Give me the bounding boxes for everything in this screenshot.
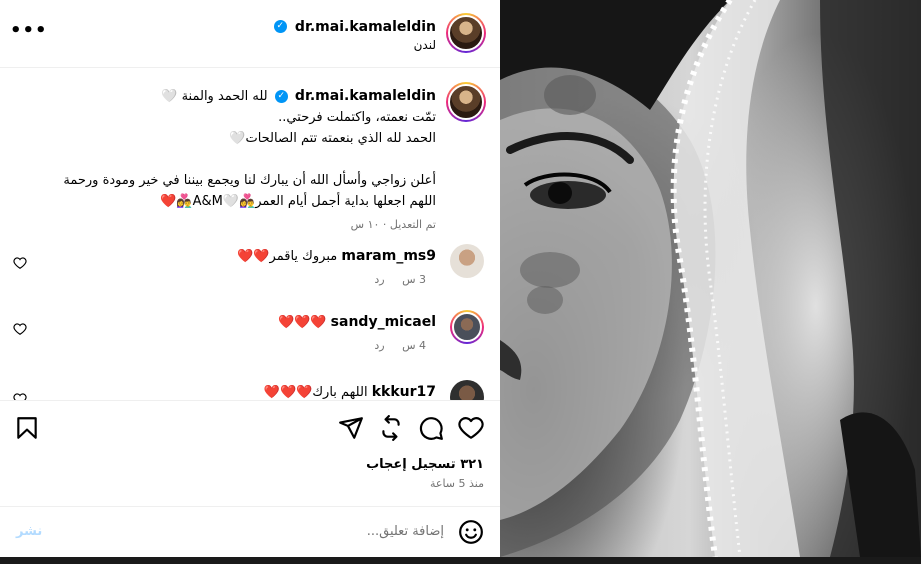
comment-avatar[interactable] xyxy=(450,380,484,400)
comment-age: 3 س xyxy=(402,273,426,286)
like-comment-heart-icon[interactable] xyxy=(13,392,27,400)
post-time: منذ 5 ساعة xyxy=(429,477,484,490)
comment-username[interactable]: maram_ms9 xyxy=(341,248,436,264)
caption-line-2: تمّت نعمته، واكتملت فرحتي.. xyxy=(278,110,436,125)
more-horizontal-icon[interactable]: ••• xyxy=(10,20,48,41)
caption-line-1: لله الحمد والمنة 🤍 xyxy=(161,89,268,104)
comment-item: maram_ms9 مبروك ياقمر❤️❤️ 3 س رد xyxy=(0,244,500,304)
post-panel: dr.mai.kamaleldin ✓ لندن ••• dr.mai.kama… xyxy=(0,0,500,557)
comment-item: sandy_micael ❤️❤️❤️ 4 س رد xyxy=(0,310,500,370)
author-avatar[interactable] xyxy=(446,13,486,53)
save-bookmark-icon[interactable] xyxy=(14,415,40,441)
comment-age: 4 س xyxy=(402,339,426,352)
caption-edited-time: تم التعديل · ١٠ س xyxy=(350,218,436,231)
caption-username[interactable]: dr.mai.kamaleldin xyxy=(295,88,436,104)
comment-reply-button[interactable]: رد xyxy=(374,273,384,286)
comment-username[interactable]: kkkur17 xyxy=(372,384,436,400)
like-heart-icon[interactable] xyxy=(458,415,484,441)
share-send-icon[interactable] xyxy=(338,415,364,441)
repost-icon[interactable] xyxy=(378,415,404,441)
caption-line-4: أعلن زواجي وأسأل الله أن يبارك لنا ويجمع… xyxy=(63,173,436,188)
comment-text-row: sandy_micael ❤️❤️❤️ xyxy=(278,314,436,330)
comment-bubble-icon[interactable] xyxy=(418,415,444,441)
likes-count[interactable]: ٣٢١ تسجيل إعجاب xyxy=(366,457,484,472)
comment-text: ❤️❤️❤️ xyxy=(277,315,327,330)
comment-composer: إضافة تعليق... نشر xyxy=(0,506,500,557)
comment-text-row: kkkur17 اللهم بارك❤️❤️❤️ xyxy=(264,384,436,400)
comment-clip: kkkur17 اللهم بارك❤️❤️❤️ xyxy=(0,376,500,400)
emoji-icon[interactable] xyxy=(458,519,484,545)
comment-avatar[interactable] xyxy=(450,244,484,278)
caption-line-3: الحمد لله الذي بنعمته تتم الصالحات🤍 xyxy=(229,131,436,146)
verified-badge-icon: ✓ xyxy=(274,90,288,103)
bottom-strip xyxy=(0,557,921,564)
comment-text: اللهم بارك❤️❤️❤️ xyxy=(263,385,368,400)
comment-meta: 3 س رد xyxy=(374,273,426,286)
post-comment-button[interactable]: نشر xyxy=(16,524,42,539)
like-comment-heart-icon[interactable] xyxy=(13,256,27,270)
caption-line-5: اللهم اجعلها بداية أجمل أيام العمر👩‍❤️‍👨… xyxy=(160,194,436,209)
comment-avatar[interactable] xyxy=(450,310,484,344)
post-photo[interactable] xyxy=(500,0,921,557)
like-comment-heart-icon[interactable] xyxy=(13,322,27,336)
caption: dr.mai.kamaleldin ✓ لله الحمد والمنة 🤍 ت… xyxy=(26,86,436,235)
comment-meta: 4 س رد xyxy=(374,339,426,352)
comment-item: kkkur17 اللهم بارك❤️❤️❤️ xyxy=(0,380,500,400)
author-username[interactable]: dr.mai.kamaleldin xyxy=(295,19,436,35)
post-location[interactable]: لندن xyxy=(414,38,436,52)
photo-illustration xyxy=(500,0,921,557)
comment-input[interactable]: إضافة تعليق... xyxy=(367,524,444,539)
post-header: dr.mai.kamaleldin ✓ لندن ••• xyxy=(0,0,500,68)
comment-username[interactable]: sandy_micael xyxy=(331,314,436,330)
caption-avatar[interactable] xyxy=(446,82,486,122)
comment-reply-button[interactable]: رد xyxy=(374,339,384,352)
comment-text-row: maram_ms9 مبروك ياقمر❤️❤️ xyxy=(237,248,436,264)
author-name-row: dr.mai.kamaleldin ✓ xyxy=(271,16,436,35)
actions-divider xyxy=(0,400,500,402)
verified-badge-icon: ✓ xyxy=(273,20,287,33)
comment-text: مبروك ياقمر❤️❤️ xyxy=(237,249,338,264)
